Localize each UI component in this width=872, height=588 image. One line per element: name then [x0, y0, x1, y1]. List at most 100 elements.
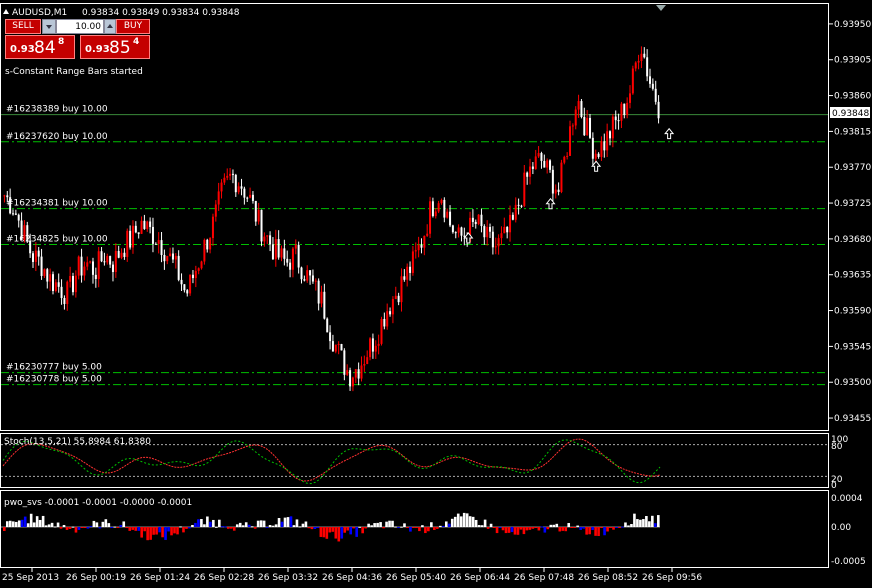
pwo-bar	[152, 527, 155, 535]
candle-body	[403, 276, 406, 280]
pwo-bar	[167, 527, 170, 532]
candle-body	[429, 201, 432, 234]
pwo-bar	[639, 519, 642, 527]
candle-body	[334, 344, 337, 352]
pwo-bar	[459, 516, 463, 527]
pwo-bar	[179, 526, 182, 528]
candle-body	[157, 240, 160, 244]
pwo-bar	[301, 523, 305, 527]
candle-body	[234, 174, 237, 193]
candle-body	[220, 182, 223, 192]
candle-body	[400, 276, 403, 303]
pwo-bar	[483, 519, 487, 527]
price-tick-label: 0.93815	[834, 127, 871, 137]
candle-body	[346, 370, 349, 375]
pwo-bar	[409, 527, 412, 532]
buy-button[interactable]: BUY	[116, 19, 150, 34]
pwo-bar	[406, 527, 409, 528]
pwo-bar	[47, 524, 51, 527]
pwo-bar	[44, 525, 48, 527]
candle-body	[260, 209, 263, 242]
pwo-bar	[654, 523, 657, 527]
candle-body	[531, 166, 534, 169]
pwo-bar	[203, 524, 206, 527]
pwo-bar	[543, 527, 547, 533]
pwo-bar	[486, 527, 490, 529]
candle-body	[223, 177, 226, 183]
lot-size-input[interactable]	[56, 19, 104, 34]
pwo-bar	[594, 527, 597, 536]
candle-body	[109, 256, 112, 265]
pwo-bar	[600, 527, 603, 528]
pwo-bar	[35, 516, 39, 527]
candle-body	[520, 205, 523, 207]
pwo-bar	[400, 526, 403, 528]
pwo-bar	[23, 516, 27, 527]
candle-body	[143, 220, 146, 229]
pwo-bar	[164, 527, 167, 540]
pwo-axis-top: 0.0004	[831, 494, 863, 504]
pwo-bar	[367, 523, 370, 527]
candle-body	[586, 117, 589, 136]
pwo-bar	[430, 522, 433, 527]
pwo-bar	[212, 519, 215, 527]
sell-button[interactable]: SELL	[5, 19, 41, 34]
candle-body	[229, 173, 232, 176]
candle-body	[377, 343, 380, 346]
trading-chart[interactable]: AUDUSD,M1 0.93834 0.93849 0.93834 0.9384…	[0, 0, 872, 588]
candle-body	[446, 211, 449, 218]
pwo-bar	[361, 527, 364, 534]
pwo-bar	[555, 523, 559, 527]
order-label: #16237620 buy 10.00	[6, 132, 108, 142]
lot-increase-icon[interactable]	[104, 19, 116, 34]
pwo-bar	[209, 521, 212, 527]
candle-body	[483, 226, 486, 238]
candle-body	[629, 93, 632, 103]
order-label: #16234381 buy 10.00	[6, 199, 108, 209]
candle-body	[649, 76, 652, 84]
pwo-bar	[188, 527, 191, 529]
time-tick-label: 26 Sep 06:44	[450, 573, 510, 583]
sell-price-big: 84	[34, 38, 56, 58]
pwo-bar	[477, 525, 481, 527]
candle-body	[9, 197, 12, 214]
current-price-label: 0.93848	[832, 109, 869, 119]
candle-body	[506, 226, 509, 233]
pwo-bar	[507, 527, 511, 533]
pwo-bar	[304, 521, 308, 527]
pwo-bar	[56, 522, 60, 527]
candle-body	[86, 262, 89, 267]
pwo-bar	[259, 520, 263, 527]
candle-body	[580, 101, 583, 118]
pwo-bar	[340, 527, 344, 539]
candle-body	[514, 204, 517, 220]
lot-decrease-icon[interactable]	[42, 19, 56, 34]
candle-body	[14, 213, 17, 215]
candle-body	[620, 103, 623, 121]
candle-body	[323, 291, 326, 319]
pwo-bar	[439, 525, 442, 527]
candle-body	[263, 236, 266, 242]
candle-body	[443, 199, 446, 218]
candle-body	[197, 268, 200, 271]
buy-price-button[interactable]: 0.93 85 4	[80, 35, 150, 59]
candle-body	[40, 256, 43, 276]
pwo-bar	[370, 525, 373, 527]
pwo-bar	[197, 519, 200, 527]
candle-body	[540, 153, 543, 161]
candle-body	[474, 221, 477, 224]
candle-body	[214, 204, 217, 217]
pwo-bar	[636, 519, 639, 527]
pwo-bar	[77, 527, 81, 530]
candle-body	[74, 275, 77, 293]
chart-shift-icon[interactable]	[656, 5, 666, 11]
price-tick-label: 0.93500	[834, 378, 871, 388]
candle-body	[449, 211, 452, 226]
pwo-bar	[325, 527, 329, 539]
candle-body	[417, 244, 420, 251]
candle-body	[366, 357, 369, 365]
symbol-menu-icon[interactable]	[3, 9, 9, 14]
sell-price-button[interactable]: 0.93 84 8	[5, 35, 75, 59]
candle-body	[423, 235, 426, 248]
buy-price-pip: 4	[133, 37, 140, 47]
